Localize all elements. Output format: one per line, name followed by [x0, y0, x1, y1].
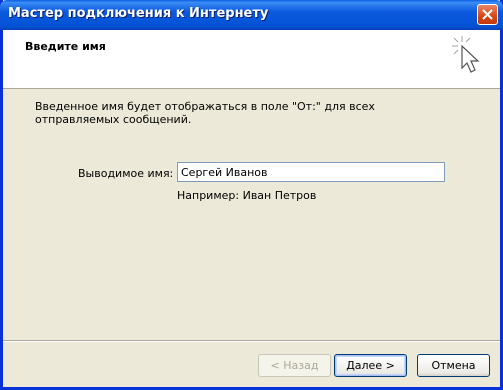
cancel-button[interactable]: Отмена: [417, 354, 490, 377]
description-text: Введенное имя будет отображаться в поле …: [35, 100, 375, 126]
display-name-input[interactable]: [177, 162, 445, 182]
separator: [3, 340, 500, 342]
title-bar[interactable]: Мастер подключения к Интернету: [0, 0, 503, 30]
cursor-sparkle-icon: [452, 36, 480, 73]
next-button[interactable]: Далее >: [334, 354, 407, 377]
back-button[interactable]: < Назад: [258, 354, 331, 377]
example-hint: Например: Иван Петров: [177, 189, 317, 202]
window-title: Мастер подключения к Интернету: [8, 6, 269, 21]
display-name-label: Выводимое имя:: [78, 167, 174, 180]
close-button[interactable]: [477, 4, 498, 25]
close-icon: [482, 9, 493, 20]
wizard-header: Введите имя: [3, 30, 500, 89]
page-title: Введите имя: [25, 40, 106, 53]
wizard-window: Мастер подключения к Интернету Введите и…: [0, 0, 503, 390]
